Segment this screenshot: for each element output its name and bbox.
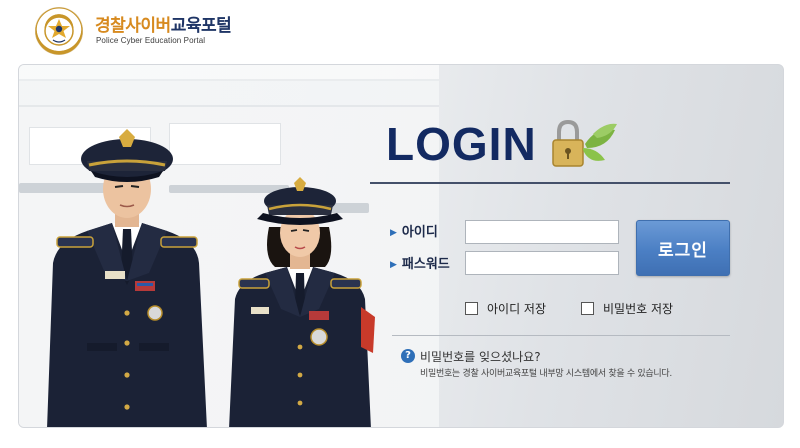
login-title: LOGIN [386,118,537,170]
save-id-label: 아이디 저장 [487,302,547,316]
id-label: ▶ 아이디 [390,221,438,240]
police-emblem-icon[interactable] [35,7,83,55]
save-password-label: 비밀번호 저장 [603,302,674,316]
password-input[interactable] [465,251,619,275]
help-divider [392,335,730,336]
password-label: ▶ 패스워드 [390,253,450,272]
site-header: 경찰사이버교육포털 Police Cyber Education Portal [0,0,800,64]
checkbox-icon[interactable] [465,302,478,315]
forgot-password-link[interactable]: 비밀번호를 잊으셨나요? [420,348,541,365]
id-input[interactable] [465,220,619,244]
title-divider [370,182,730,184]
question-circle-icon: ? [401,349,415,363]
male-officer-image [27,113,227,427]
female-officer-image [215,157,385,427]
forgot-password-description: 비밀번호는 경찰 사이버교육포털 내부망 시스템에서 찾을 수 있습니다. [420,369,672,379]
save-id-checkbox[interactable]: 아이디 저장 [465,300,546,317]
password-label-text: 패스워드 [401,257,450,272]
id-label-text: 아이디 [401,225,438,240]
portal-title-part1: 경찰사이버 [95,16,171,36]
checkbox-icon[interactable] [581,302,594,315]
portal-subtitle: Police Cyber Education Portal [96,36,206,45]
padlock-with-leaves-icon [545,118,625,170]
save-password-checkbox[interactable]: 비밀번호 저장 [581,300,673,317]
portal-title-part2: 교육포털 [170,16,232,36]
login-button[interactable]: 로그인 [636,220,730,276]
triangle-right-icon: ▶ [390,260,397,270]
triangle-right-icon: ▶ [390,228,397,238]
portal-title[interactable]: 경찰사이버교육포털 [95,11,232,36]
